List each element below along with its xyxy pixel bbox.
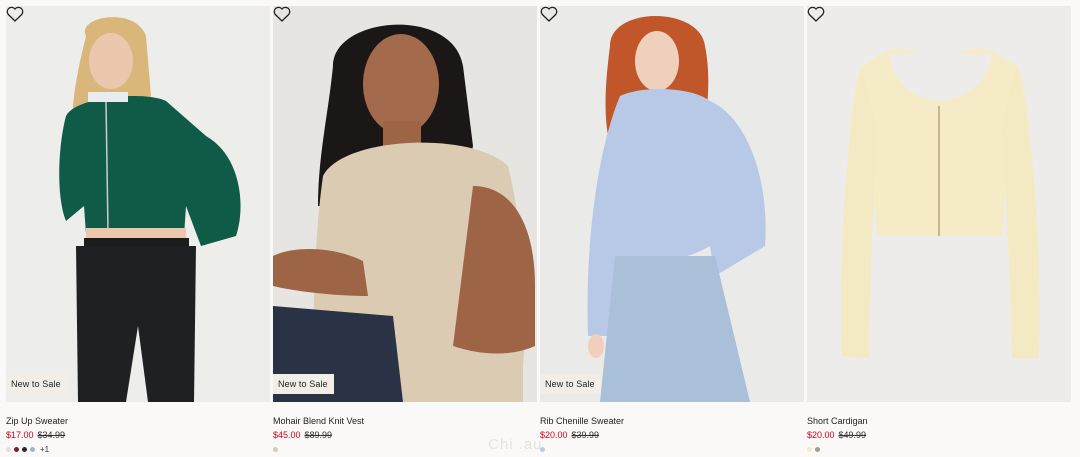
original-price: $49.99 (838, 430, 867, 440)
product-card[interactable]: New to Sale Mohair Blend Knit Vest $45.0… (273, 6, 537, 454)
product-image[interactable]: New to Sale (540, 6, 804, 402)
product-title[interactable]: Short Cardigan (807, 416, 1071, 429)
color-swatches: +1 (6, 444, 270, 454)
product-card[interactable]: New to Sale Rib Chenille Sweater $20.00 $… (540, 6, 804, 454)
product-card[interactable]: New to Sale Zip Up Sweater $17.00 $34.99 … (6, 6, 270, 454)
woman-light-blue-sweater-image (540, 6, 804, 402)
color-swatch[interactable] (30, 446, 35, 452)
heart-outline-icon[interactable] (6, 6, 24, 22)
color-swatch[interactable] (815, 446, 820, 452)
more-colors[interactable]: +1 (40, 445, 49, 454)
color-swatch[interactable] (14, 446, 19, 452)
original-price: $89.99 (304, 430, 333, 440)
product-image[interactable] (807, 6, 1071, 402)
product-card[interactable]: Short Cardigan $20.00 $49.99 (807, 6, 1071, 454)
new-to-sale-badge: New to Sale (540, 374, 601, 394)
product-title[interactable]: Rib Chenille Sweater (540, 416, 804, 429)
cream-cardigan-flatlay-image (807, 6, 1071, 402)
product-price: $20.00 $49.99 (807, 430, 1071, 442)
product-title[interactable]: Mohair Blend Knit Vest (273, 416, 537, 429)
color-swatch[interactable] (6, 446, 11, 452)
product-price: $20.00 $39.99 (540, 430, 804, 442)
sale-price: $45.00 (273, 430, 301, 440)
color-swatch[interactable] (807, 446, 812, 452)
product-image[interactable]: New to Sale (6, 6, 270, 402)
original-price: $39.99 (571, 430, 600, 440)
product-image[interactable]: New to Sale (273, 6, 537, 402)
heart-outline-icon[interactable] (273, 6, 291, 22)
heart-outline-icon[interactable] (807, 6, 825, 22)
color-swatch[interactable] (273, 446, 278, 452)
color-swatches (807, 444, 1071, 454)
woman-green-zip-sweater-image (6, 6, 270, 402)
sale-price: $20.00 (807, 430, 835, 440)
new-to-sale-badge: New to Sale (6, 374, 67, 394)
heart-outline-icon[interactable] (540, 6, 558, 22)
watermark: Chi .au (488, 436, 543, 453)
color-swatches (540, 444, 804, 454)
woman-beige-knit-vest-image (273, 6, 537, 402)
product-grid: New to Sale Zip Up Sweater $17.00 $34.99 … (6, 6, 1071, 454)
new-to-sale-badge: New to Sale (273, 374, 334, 394)
original-price: $34.99 (37, 430, 66, 440)
sale-price: $17.00 (6, 430, 34, 440)
product-price: $17.00 $34.99 (6, 430, 270, 442)
product-title[interactable]: Zip Up Sweater (6, 416, 270, 429)
sale-price: $20.00 (540, 430, 568, 440)
color-swatch[interactable] (22, 446, 27, 452)
